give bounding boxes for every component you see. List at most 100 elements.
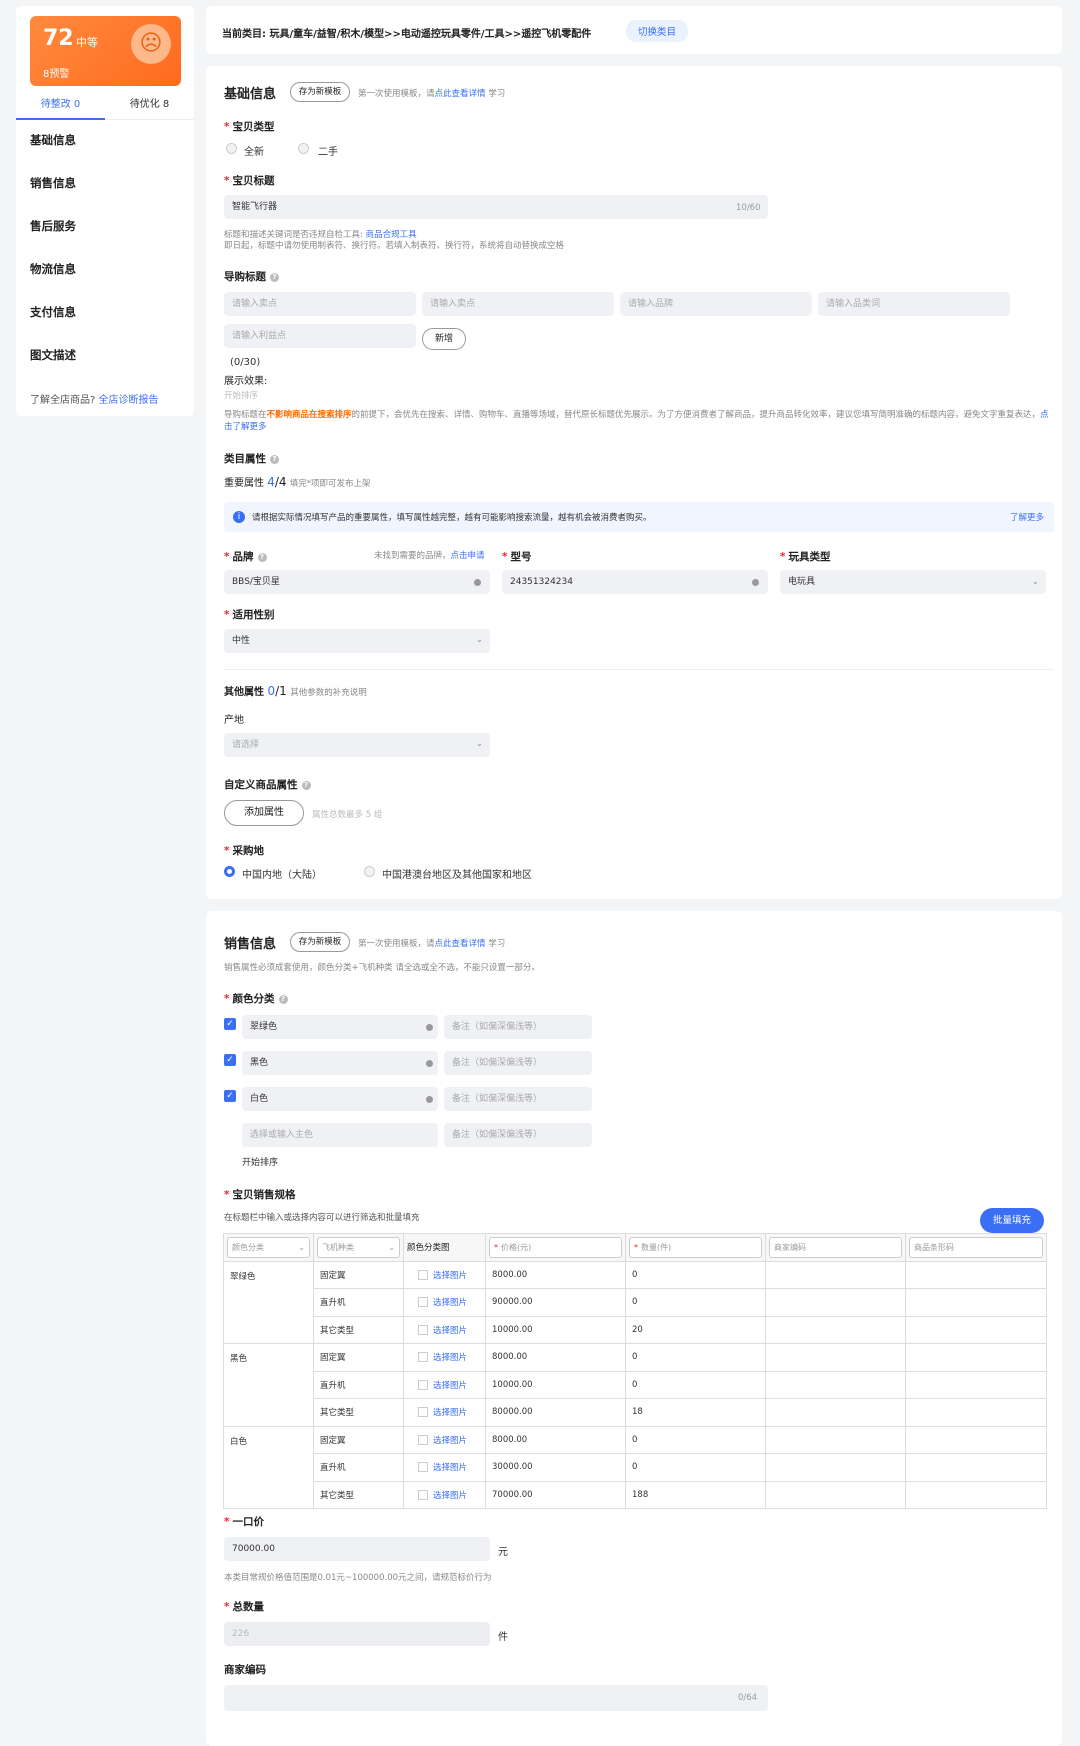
color-checkbox[interactable]: ✓ (224, 1090, 236, 1102)
sku-merchant-code-cell[interactable] (765, 1453, 906, 1482)
help-icon[interactable]: ? (278, 995, 288, 1004)
guide-category-word-input[interactable]: 请输入品类词 (818, 292, 1010, 316)
choose-image-link[interactable]: 选择图片 (433, 1408, 467, 1418)
choose-image-link[interactable]: 选择图片 (433, 1381, 467, 1391)
sku-image-cell[interactable]: 选择图片 (403, 1425, 486, 1454)
choose-image-link[interactable]: 选择图片 (433, 1326, 467, 1336)
batch-fill-button[interactable]: 批量填充 (980, 1208, 1044, 1233)
sku-image-cell[interactable]: 选择图片 (403, 1260, 486, 1289)
filter-qty-input[interactable]: * 数量(件) (629, 1236, 762, 1258)
help-icon[interactable]: ? (301, 781, 311, 790)
tab-to-fix[interactable]: 待整改 0 (16, 94, 105, 120)
sku-price-cell[interactable]: 70000.00 (485, 1480, 626, 1509)
guide-brand-input[interactable]: 请输入品牌 (620, 292, 812, 316)
sku-price-cell[interactable]: 90000.00 (485, 1288, 626, 1317)
sku-image-cell[interactable]: 选择图片 (403, 1453, 486, 1482)
sku-barcode-cell[interactable] (905, 1315, 1047, 1344)
sku-merchant-code-cell[interactable] (765, 1315, 906, 1344)
filter-merchant-code-input[interactable]: 商家编码 (769, 1236, 902, 1258)
sku-image-cell[interactable]: 选择图片 (403, 1343, 486, 1372)
color-input[interactable]: 白色 (242, 1087, 438, 1111)
filter-plane-select[interactable]: 飞机种类 ⌄ (317, 1236, 400, 1258)
sku-price-cell[interactable]: 30000.00 (485, 1453, 626, 1482)
brand-select[interactable]: BBS/宝贝星 (224, 570, 490, 594)
clear-icon[interactable] (426, 1024, 433, 1031)
template-details-link[interactable]: 点此查看详情 (435, 89, 486, 99)
filter-price-input[interactable]: * 价格(元) (489, 1236, 622, 1258)
clear-icon[interactable] (474, 579, 481, 586)
save-template-button[interactable]: 存为新模板 (290, 82, 350, 102)
guide-benefit-input[interactable]: 请输入利益点 (224, 324, 416, 348)
sku-image-cell[interactable]: 选择图片 (403, 1398, 486, 1427)
sidebar-item-payment[interactable]: 支付信息 (30, 304, 76, 320)
sku-image-cell[interactable]: 选择图片 (403, 1288, 486, 1317)
sku-merchant-code-cell[interactable] (765, 1343, 906, 1372)
sku-image-cell[interactable]: 选择图片 (403, 1315, 486, 1344)
sku-qty-cell[interactable]: 20 (625, 1315, 766, 1344)
sku-qty-cell[interactable]: 0 (625, 1453, 766, 1482)
sku-merchant-code-cell[interactable] (765, 1260, 906, 1289)
choose-image-link[interactable]: 选择图片 (433, 1436, 467, 1446)
sku-qty-cell[interactable]: 188 (625, 1480, 766, 1509)
choose-image-link[interactable]: 选择图片 (433, 1353, 467, 1363)
diagnosis-report-link[interactable]: 全店诊断报告 (99, 395, 159, 406)
sku-barcode-cell[interactable] (905, 1370, 1047, 1399)
choose-image-link[interactable]: 选择图片 (433, 1491, 467, 1501)
sku-price-cell[interactable]: 10000.00 (485, 1315, 626, 1344)
add-guide-button[interactable]: 新增 (422, 328, 466, 350)
toy-type-select[interactable]: 电玩具 (780, 570, 1046, 594)
sku-image-cell[interactable]: 选择图片 (403, 1480, 486, 1509)
help-icon[interactable]: ? (270, 455, 279, 464)
model-input[interactable]: 24351324234 (502, 570, 768, 594)
sidebar-item-sales[interactable]: 销售信息 (30, 175, 76, 191)
clear-icon[interactable] (426, 1060, 433, 1067)
choose-image-link[interactable]: 选择图片 (433, 1463, 467, 1473)
choose-image-link[interactable]: 选择图片 (433, 1271, 467, 1281)
item-title-input[interactable]: 智能飞行器 (224, 195, 768, 219)
sidebar-item-after-sales[interactable]: 售后服务 (30, 218, 76, 234)
filter-barcode-input[interactable]: 商品条形码 (909, 1236, 1043, 1258)
switch-category-button[interactable]: 切换类目 (626, 20, 689, 42)
sku-merchant-code-cell[interactable] (765, 1425, 906, 1454)
sku-price-cell[interactable]: 80000.00 (485, 1398, 626, 1427)
guide-selling-point-1[interactable]: 请输入卖点 (224, 292, 416, 316)
sku-qty-cell[interactable]: 0 (625, 1425, 766, 1454)
gender-select[interactable]: 中性 (224, 629, 490, 653)
guide-selling-point-2[interactable]: 请输入卖点 (422, 292, 614, 316)
radio-new[interactable] (226, 143, 237, 154)
clear-icon[interactable] (426, 1096, 433, 1103)
origin-select[interactable]: 请选择 (224, 733, 490, 757)
sku-merchant-code-cell[interactable] (765, 1398, 906, 1427)
sku-qty-cell[interactable]: 0 (625, 1288, 766, 1317)
sku-merchant-code-cell[interactable] (765, 1480, 906, 1509)
help-icon[interactable]: ? (270, 273, 279, 282)
new-color-input[interactable]: 选择或输入主色 (242, 1123, 438, 1147)
color-note-input[interactable]: 备注（如偏深偏浅等） (444, 1051, 592, 1075)
sku-barcode-cell[interactable] (905, 1398, 1047, 1427)
sku-qty-cell[interactable]: 0 (625, 1260, 766, 1289)
sku-barcode-cell[interactable] (905, 1260, 1047, 1289)
sku-price-cell[interactable]: 8000.00 (485, 1425, 626, 1454)
sku-qty-cell[interactable]: 0 (625, 1370, 766, 1399)
sku-qty-cell[interactable]: 0 (625, 1343, 766, 1372)
color-checkbox[interactable]: ✓ (224, 1018, 236, 1030)
sku-price-cell[interactable]: 8000.00 (485, 1343, 626, 1372)
radio-mainland[interactable] (224, 866, 235, 877)
sidebar-item-logistics[interactable]: 物流信息 (30, 261, 76, 277)
quality-score-card[interactable]: 72 中等 8预警 ☹ (30, 16, 181, 86)
filter-color-select[interactable]: 颜色分类 ⌄ (227, 1236, 310, 1258)
merchant-code-input[interactable] (224, 1685, 768, 1711)
sku-merchant-code-cell[interactable] (765, 1370, 906, 1399)
clear-icon[interactable] (752, 579, 759, 586)
sku-barcode-cell[interactable] (905, 1425, 1047, 1454)
apply-brand-link[interactable]: 点击申请 (451, 551, 485, 561)
sku-barcode-cell[interactable] (905, 1453, 1047, 1482)
color-input[interactable]: 黑色 (242, 1051, 438, 1075)
notice-learn-more-link[interactable]: 了解更多 (1010, 511, 1044, 523)
template-details-link[interactable]: 点此查看详情 (435, 939, 486, 949)
save-template-button[interactable]: 存为新模板 (290, 932, 350, 952)
radio-used[interactable] (298, 143, 309, 154)
sidebar-item-basic[interactable]: 基础信息 (30, 132, 76, 148)
color-input[interactable]: 翠绿色 (242, 1015, 438, 1039)
color-note-input[interactable]: 备注（如偏深偏浅等） (444, 1123, 592, 1147)
